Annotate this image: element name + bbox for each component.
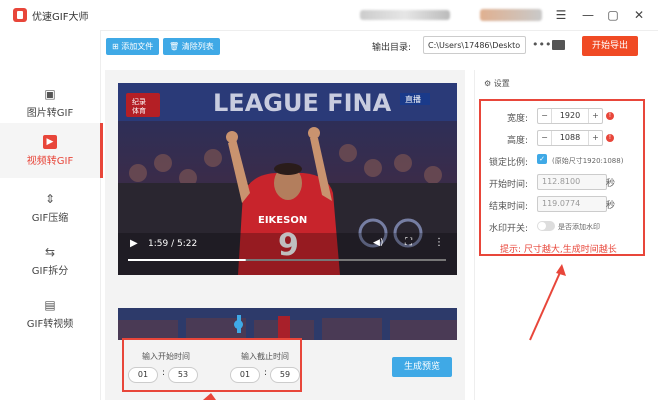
arrow-to-settings: [529, 267, 563, 341]
annotation-arrows: [203, 264, 566, 400]
arrow-to-settings-head: [556, 264, 566, 276]
arrow-to-trim-head: [203, 393, 216, 400]
